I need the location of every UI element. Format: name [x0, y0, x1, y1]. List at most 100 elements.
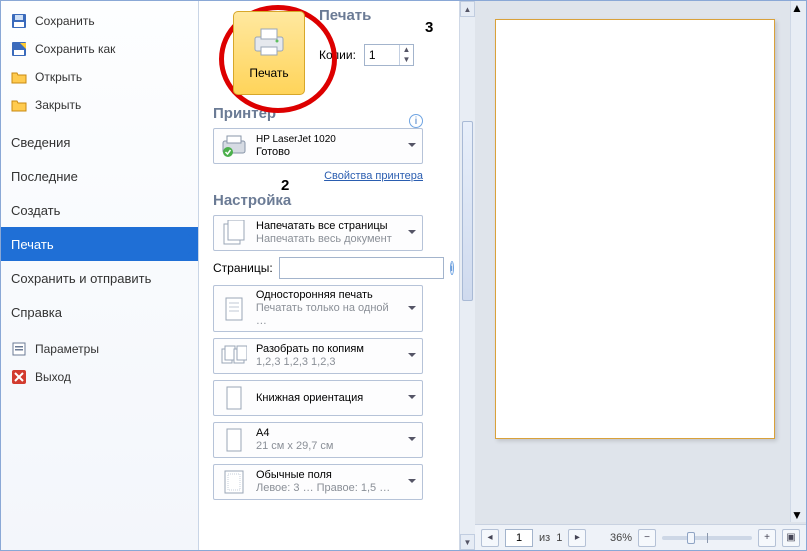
sidebar-label: Параметры [35, 342, 99, 356]
save-icon [11, 13, 27, 29]
collate-icon [220, 342, 248, 370]
dd-title: A4 [256, 427, 334, 440]
exit-icon [11, 369, 27, 385]
setup-collate[interactable]: Разобрать по копиям 1,2,3 1,2,3 1,2,3 [213, 338, 423, 374]
zoom-handle[interactable] [687, 532, 695, 544]
setup-orientation[interactable]: Книжная ориентация [213, 380, 423, 416]
sidebar-item-help[interactable]: Справка [1, 295, 198, 329]
page-navigator [505, 529, 533, 547]
page-of-label: из [539, 532, 550, 544]
chevron-down-icon [408, 479, 416, 487]
print-settings-panel: 3 2 1 Печать Печать Копии: [199, 1, 459, 550]
copies-spinner[interactable]: ▲▼ [364, 44, 414, 66]
setup-print-range[interactable]: Напечатать все страницы Напечатать весь … [213, 215, 423, 251]
scroll-down-btn[interactable]: ▼ [460, 534, 475, 550]
sidebar-label: Последние [11, 169, 78, 184]
options-icon [11, 341, 27, 357]
sidebar-item-share[interactable]: Сохранить и отправить [1, 261, 198, 295]
setup-margins[interactable]: Обычные поля Левое: 3 … Правое: 1,5 … [213, 464, 423, 500]
fit-page-button[interactable]: ▣ [782, 529, 800, 547]
print-preview-pane: ▲ ▼ ◂ из 1 ▸ 36% − + ▣ [475, 1, 806, 550]
dd-title: Напечатать все страницы [256, 220, 392, 233]
zoom-in-button[interactable]: + [758, 529, 776, 547]
zoom-percent: 36% [610, 532, 632, 544]
print-button[interactable]: Печать [233, 11, 305, 95]
sidebar-item-close[interactable]: Закрыть [1, 91, 198, 119]
zoom-out-button[interactable]: − [638, 529, 656, 547]
page-total: 1 [556, 532, 562, 544]
settings-scrollbar[interactable]: ▲ ▼ [459, 1, 475, 550]
chevron-down-icon [408, 230, 416, 238]
printer-device-icon [220, 132, 248, 160]
copies-label: Копии: [319, 48, 356, 62]
sidebar-item-options[interactable]: Параметры [1, 335, 198, 363]
sidebar-item-print[interactable]: Печать [1, 227, 198, 261]
sidebar-label: Закрыть [35, 98, 81, 112]
dd-title: Односторонняя печать [256, 289, 402, 302]
dd-title: Книжная ориентация [256, 392, 363, 405]
printer-name: HP LaserJet 1020 [256, 133, 336, 146]
printer-properties-link[interactable]: Свойства принтера [213, 170, 423, 182]
chevron-down-icon [408, 143, 416, 151]
scroll-down-btn[interactable]: ▼ [791, 508, 806, 522]
portrait-icon [220, 384, 248, 412]
scroll-thumb[interactable] [462, 121, 473, 301]
preview-scrollbar[interactable]: ▲ ▼ [790, 1, 806, 522]
chevron-down-icon [408, 353, 416, 361]
copies-input[interactable] [365, 46, 399, 64]
sidebar-item-new[interactable]: Создать [1, 193, 198, 227]
current-page-input[interactable] [505, 529, 533, 547]
sidebar-label: Выход [35, 370, 71, 384]
backstage-sidebar: Сохранить Сохранить как Открыть Закрыть … [1, 1, 199, 550]
zoom-slider[interactable] [662, 536, 752, 540]
sidebar-label: Создать [11, 203, 60, 218]
printer-status: Готово [256, 146, 336, 159]
dd-title: Разобрать по копиям [256, 343, 364, 356]
dd-sub: Напечатать весь документ [256, 233, 392, 246]
dd-title: Обычные поля [256, 469, 390, 482]
annotation-2: 2 [281, 177, 289, 194]
spin-down[interactable]: ▼ [400, 55, 413, 65]
prev-page-button[interactable]: ◂ [481, 529, 499, 547]
sidebar-label: Сохранить как [35, 42, 115, 56]
save-as-icon [11, 41, 27, 57]
setup-paper-size[interactable]: A4 21 см x 29,7 см [213, 422, 423, 458]
sidebar-label: Сохранить [35, 14, 95, 28]
info-icon[interactable]: i [409, 114, 423, 128]
sidebar-item-recent[interactable]: Последние [1, 159, 198, 193]
spin-up[interactable]: ▲ [400, 45, 413, 55]
dd-sub: 1,2,3 1,2,3 1,2,3 [256, 356, 364, 369]
dd-sub: 21 см x 29,7 см [256, 440, 334, 453]
print-heading: Печать [319, 7, 414, 24]
pages-all-icon [220, 219, 248, 247]
pages-input[interactable] [279, 257, 444, 279]
sidebar-item-save[interactable]: Сохранить [1, 7, 198, 35]
sidebar-item-info[interactable]: Сведения [1, 125, 198, 159]
single-side-icon [220, 295, 248, 323]
printer-heading: Принтер [213, 105, 276, 122]
next-page-button[interactable]: ▸ [568, 529, 586, 547]
dd-sub: Левое: 3 … Правое: 1,5 … [256, 482, 390, 495]
open-folder-icon [11, 69, 27, 85]
sidebar-label: Сведения [11, 135, 70, 150]
scroll-up-btn[interactable]: ▲ [791, 1, 806, 15]
margins-icon [220, 468, 248, 496]
chevron-down-icon [408, 395, 416, 403]
sidebar-item-save-as[interactable]: Сохранить как [1, 35, 198, 63]
preview-status-bar: ◂ из 1 ▸ 36% − + ▣ [475, 524, 806, 550]
dd-sub: Печатать только на одной … [256, 302, 402, 328]
main-area: 3 2 1 Печать Печать Копии: [199, 1, 806, 550]
sidebar-item-exit[interactable]: Выход [1, 363, 198, 391]
setup-heading: Настройка [213, 192, 453, 209]
printer-dropdown[interactable]: HP LaserJet 1020 Готово [213, 128, 423, 164]
sidebar-item-open[interactable]: Открыть [1, 63, 198, 91]
close-folder-icon [11, 97, 27, 113]
scroll-up-btn[interactable]: ▲ [460, 1, 475, 17]
sidebar-label: Сохранить и отправить [11, 271, 151, 286]
pages-label: Страницы: [213, 261, 273, 275]
info-icon[interactable]: i [450, 261, 454, 275]
setup-sides[interactable]: Односторонняя печать Печатать только на … [213, 285, 423, 332]
chevron-down-icon [408, 306, 416, 314]
sidebar-label: Печать [11, 237, 54, 252]
preview-page [495, 19, 775, 439]
